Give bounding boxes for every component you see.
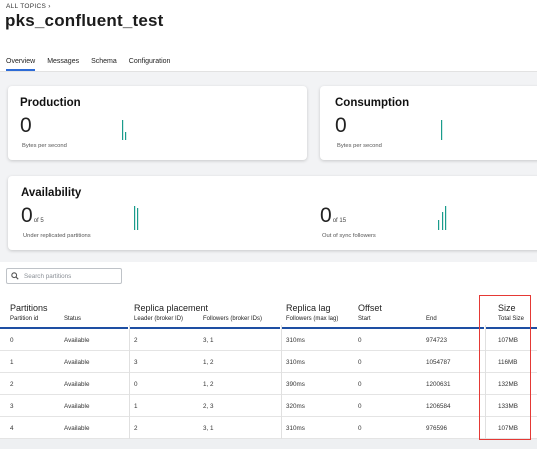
cell-status: Available (64, 359, 90, 366)
cell-partition-id: 1 (10, 359, 14, 366)
consumption-caption: Bytes per second (337, 143, 382, 149)
group-replica-placement: Replica placement (134, 303, 209, 313)
search-input[interactable] (22, 271, 121, 281)
consumption-sparkline (441, 120, 443, 140)
cell-partition-id: 3 (10, 403, 14, 410)
table-row[interactable]: 0 Available 2 3, 1 310ms 0 974723 107MB (0, 329, 537, 351)
tab-messages[interactable]: Messages (47, 58, 79, 71)
cell-partition-id: 0 (10, 337, 14, 344)
cell-end: 976596 (426, 425, 448, 432)
consumption-card: Consumption 0 Bytes per second (320, 86, 537, 160)
cell-followers: 1, 2 (203, 359, 214, 366)
table-row[interactable]: 3 Available 1 2, 3 320ms 0 1206584 133MB (0, 395, 537, 417)
col-followers[interactable]: Followers (broker IDs) (203, 316, 262, 322)
cell-leader: 2 (134, 425, 138, 432)
cell-start: 0 (358, 359, 362, 366)
column-divider (281, 325, 282, 449)
availability-card: Availability 0of 5 Under replicated part… (8, 176, 537, 250)
out-of-sync-total: of 15 (332, 218, 347, 224)
under-replicated-value: 0of 5 (21, 205, 44, 226)
page-title: pks_confluent_test (5, 11, 164, 30)
cell-lag: 310ms (286, 425, 305, 432)
out-of-sync-value: 0of 15 (320, 205, 346, 226)
table-footer (0, 439, 537, 449)
search-box[interactable] (6, 268, 122, 284)
tab-schema[interactable]: Schema (91, 58, 117, 71)
production-card: Production 0 Bytes per second (8, 86, 307, 160)
group-replica-lag: Replica lag (286, 303, 331, 313)
cell-lag: 320ms (286, 403, 305, 410)
out-of-sync-count: 0 (320, 204, 332, 227)
under-replicated-count: 0 (21, 204, 33, 227)
production-value: 0 (20, 114, 32, 137)
group-partitions: Partitions (10, 303, 48, 313)
cell-leader: 2 (134, 337, 138, 344)
out-of-sync-sparkline (438, 206, 447, 230)
size-highlight-box (479, 295, 531, 440)
col-status[interactable]: Status (64, 316, 81, 322)
table-row[interactable]: 1 Available 3 1, 2 310ms 0 1054787 116MB (0, 351, 537, 373)
table-row[interactable]: 2 Available 0 1, 2 390ms 0 1200631 132MB (0, 373, 537, 395)
under-replicated-sparkline (134, 206, 139, 230)
consumption-value: 0 (335, 114, 347, 137)
production-caption: Bytes per second (22, 143, 67, 149)
col-leader[interactable]: Leader (broker ID) (134, 316, 183, 322)
cell-start: 0 (358, 381, 362, 388)
cell-partition-id: 2 (10, 381, 14, 388)
cell-end: 1054787 (426, 359, 451, 366)
search-icon (11, 272, 19, 280)
cell-start: 0 (358, 425, 362, 432)
partitions-table: Partitions Replica placement Replica lag… (0, 293, 537, 449)
cell-end: 1200631 (426, 381, 451, 388)
tab-bar: Overview Messages Schema Configuration (6, 58, 182, 71)
cell-status: Available (64, 403, 90, 410)
cell-leader: 1 (134, 403, 138, 410)
cell-end: 974723 (426, 337, 448, 344)
group-offset: Offset (358, 303, 382, 313)
col-start[interactable]: Start (358, 316, 371, 322)
col-max-lag[interactable]: Followers (max lag) (286, 316, 338, 322)
cell-followers: 1, 2 (203, 381, 214, 388)
cell-status: Available (64, 425, 90, 432)
cell-status: Available (64, 337, 90, 344)
column-divider (129, 325, 130, 449)
cell-leader: 0 (134, 381, 138, 388)
cell-partition-id: 4 (10, 425, 14, 432)
tab-configuration[interactable]: Configuration (129, 58, 171, 71)
col-end[interactable]: End (426, 316, 437, 322)
cell-leader: 3 (134, 359, 138, 366)
production-sparkline (122, 120, 127, 140)
under-replicated-caption: Under replicated partitions (23, 233, 91, 239)
cell-start: 0 (358, 403, 362, 410)
under-replicated-total: of 5 (33, 218, 44, 224)
cell-followers: 3, 1 (203, 337, 214, 344)
out-of-sync-caption: Out of sync followers (322, 233, 376, 239)
breadcrumb[interactable]: ALL TOPICS › (6, 3, 51, 10)
cell-lag: 310ms (286, 337, 305, 344)
cell-start: 0 (358, 337, 362, 344)
cell-lag: 390ms (286, 381, 305, 388)
col-partition-id[interactable]: Partition id (10, 316, 38, 322)
production-title: Production (20, 97, 81, 109)
cell-status: Available (64, 381, 90, 388)
cell-followers: 3, 1 (203, 425, 214, 432)
consumption-title: Consumption (335, 97, 410, 109)
cell-followers: 2, 3 (203, 403, 214, 410)
cell-end: 1206584 (426, 403, 451, 410)
metrics-section: Production 0 Bytes per second Consumptio… (0, 72, 537, 262)
tab-overview[interactable]: Overview (6, 58, 36, 71)
table-row[interactable]: 4 Available 2 3, 1 310ms 0 976596 107MB (0, 417, 537, 439)
availability-title: Availability (21, 187, 82, 199)
cell-lag: 310ms (286, 359, 305, 366)
